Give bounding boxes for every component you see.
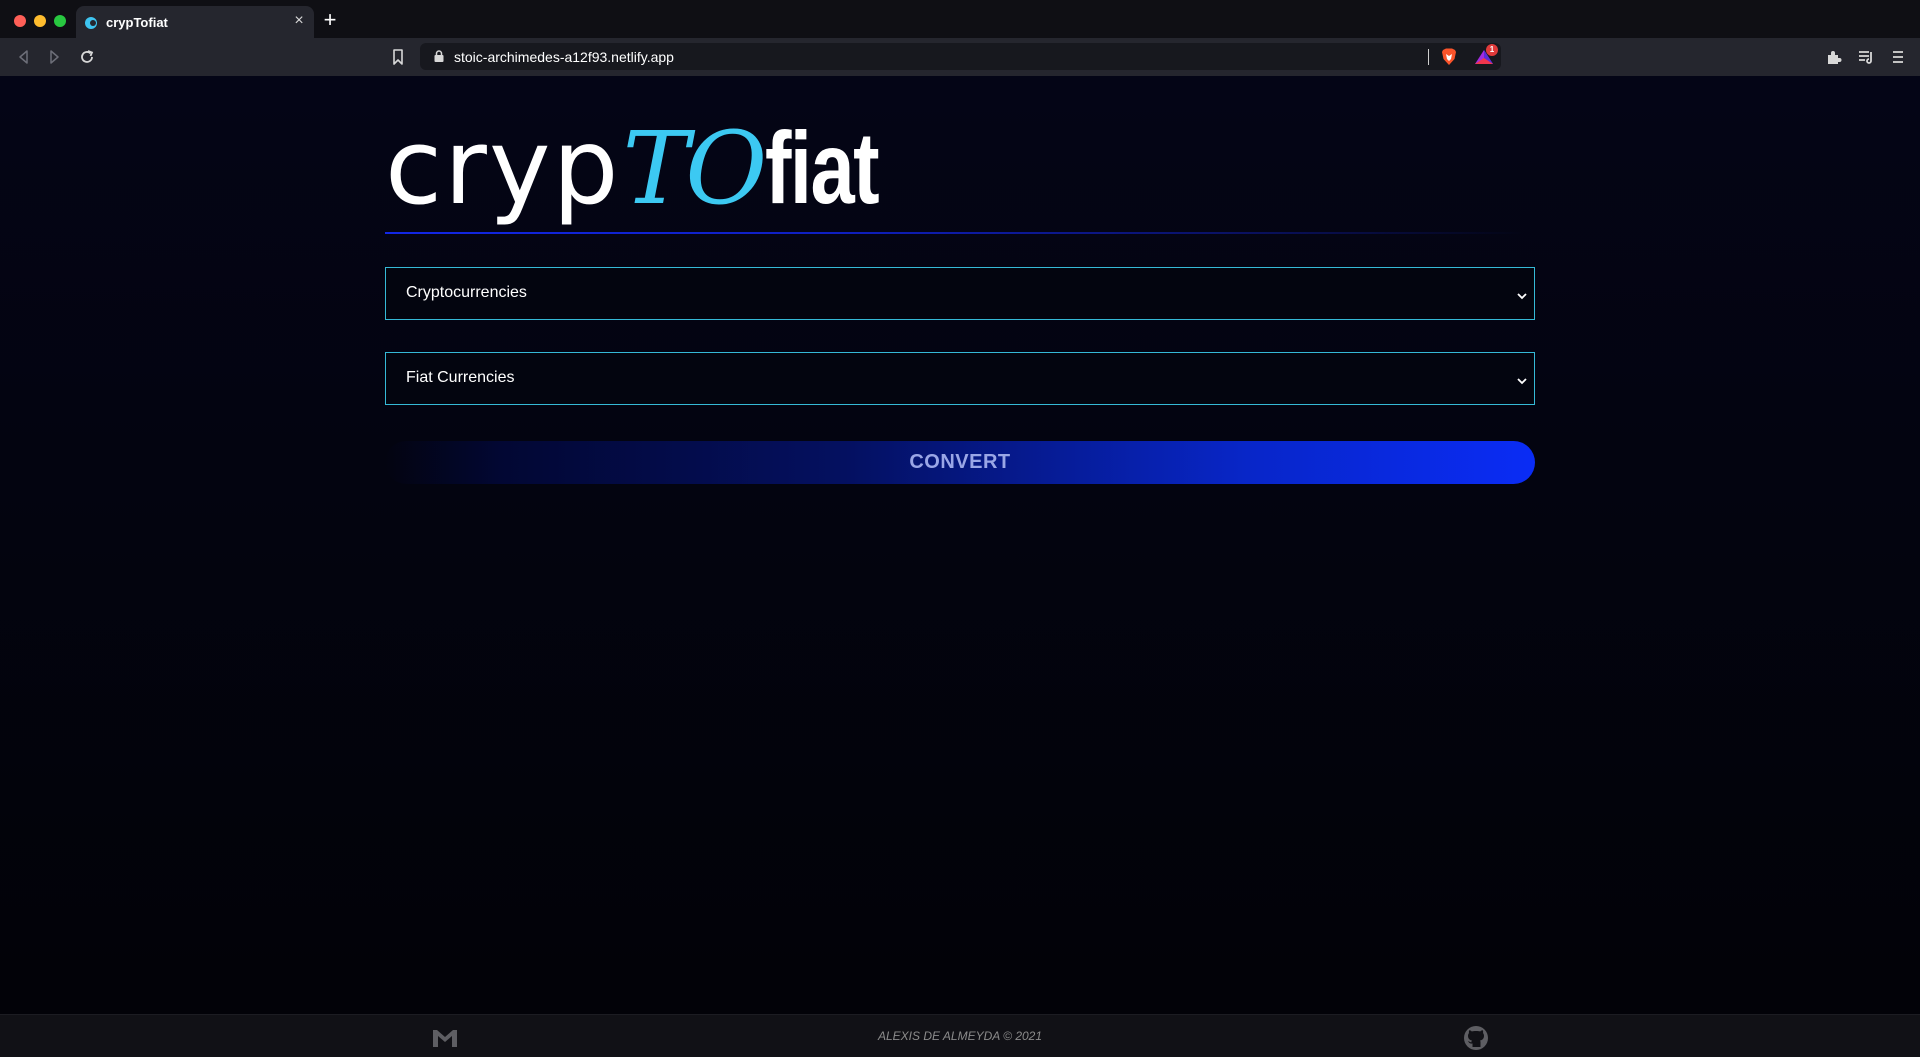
convert-button[interactable]: CONVERT (385, 441, 1535, 484)
menu-icon[interactable] (1888, 47, 1908, 67)
address-divider (1428, 49, 1429, 65)
url-text[interactable]: stoic-archimedes-a12f93.netlify.app (454, 49, 674, 65)
tab-strip: crypTofiat × + (0, 0, 1920, 38)
address-bar[interactable]: stoic-archimedes-a12f93.netlify.app 1 (420, 43, 1501, 70)
app-logo: crypTOfiat (385, 111, 910, 225)
extensions-icon[interactable] (1824, 47, 1844, 67)
footer: ALEXIS DE ALMEYDA © 2021 (0, 1014, 1920, 1057)
minimize-window-button[interactable] (34, 15, 46, 27)
favicon-icon (85, 17, 97, 29)
fiat-currency-select-value: Fiat Currencies (406, 369, 515, 386)
github-icon[interactable] (1463, 1025, 1489, 1051)
browser-toolbar: stoic-archimedes-a12f93.netlify.app 1 (0, 38, 1920, 76)
close-tab-button[interactable]: × (290, 12, 308, 30)
reload-icon[interactable] (77, 47, 97, 67)
chevron-down-icon (1516, 373, 1528, 385)
logo-cryp-text: cryp (385, 106, 621, 228)
forward-icon[interactable] (44, 47, 64, 67)
logo-divider (385, 232, 1525, 234)
lock-icon[interactable] (432, 49, 446, 63)
chevron-down-icon (1516, 288, 1528, 300)
close-window-button[interactable] (14, 15, 26, 27)
bookmark-icon[interactable] (390, 47, 406, 67)
tab-title: crypTofiat (106, 15, 168, 30)
page-content: crypTOfiat Cryptocurrencies Fiat Currenc… (0, 76, 1920, 1057)
rewards-badge: 1 (1486, 44, 1498, 56)
logo-fiat-text: fiat (765, 111, 880, 225)
brave-shield-icon[interactable] (1440, 47, 1458, 67)
cryptocurrency-select-value: Cryptocurrencies (406, 284, 527, 301)
maximize-window-button[interactable] (54, 15, 66, 27)
new-tab-button[interactable]: + (320, 9, 340, 31)
media-icon[interactable] (1856, 47, 1876, 67)
back-icon[interactable] (14, 47, 34, 67)
fiat-currency-select[interactable]: Fiat Currencies (385, 352, 1535, 405)
copyright-text: ALEXIS DE ALMEYDA © 2021 (877, 1029, 1043, 1043)
browser-tab[interactable]: crypTofiat × (76, 6, 314, 38)
logo-to-text: TO (622, 110, 768, 227)
cryptocurrency-select[interactable]: Cryptocurrencies (385, 267, 1535, 320)
